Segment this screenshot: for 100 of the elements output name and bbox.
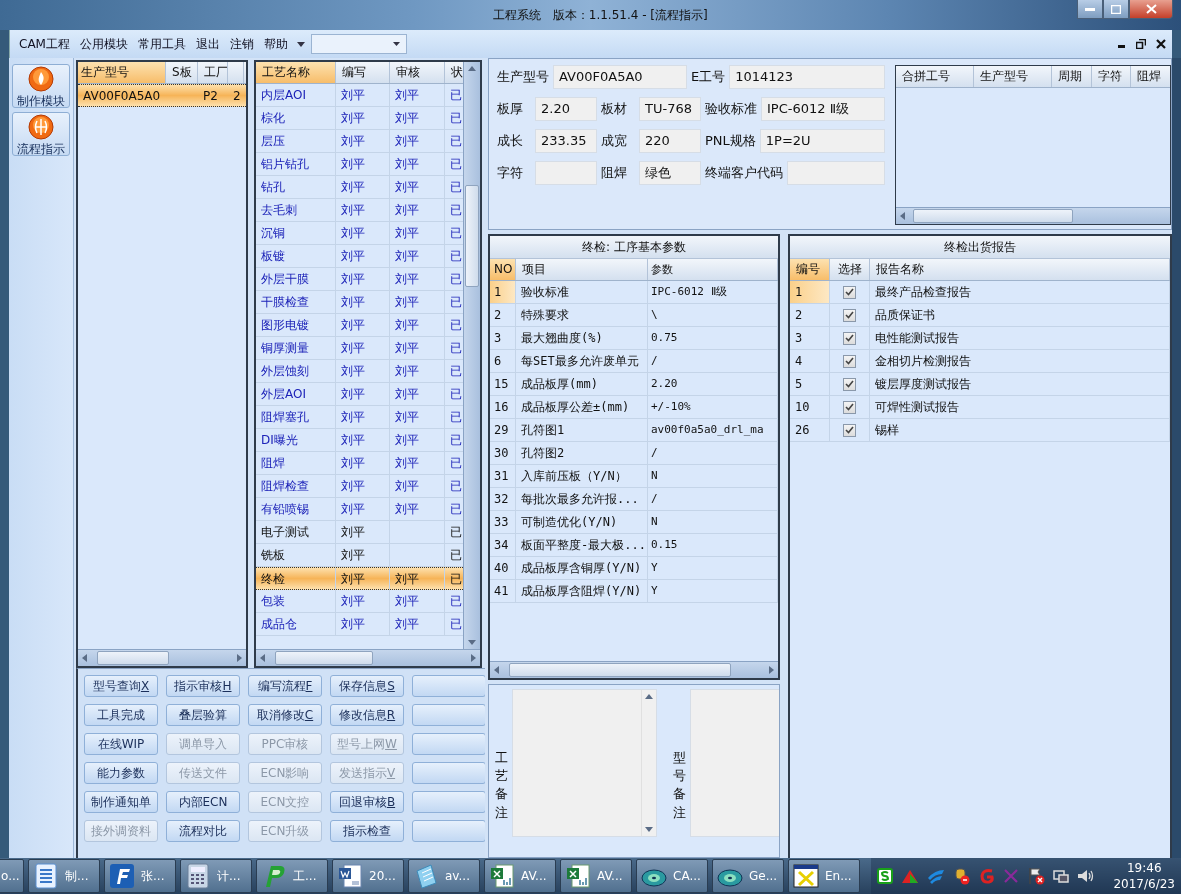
taskbar-button[interactable]: AV... [484,859,556,893]
action-button[interactable]: 内部ECN [166,791,240,813]
action-button[interactable] [412,704,485,726]
input-field[interactable]: 2.20 [535,97,597,121]
taskbar-button[interactable]: av... [408,859,480,893]
action-button[interactable]: 取消修改C [248,704,322,726]
menu-item[interactable]: CAM工程 [14,33,75,55]
taskbar-button[interactable]: En... [788,859,860,893]
table-row[interactable]: 16 成品板厚公差±(mm) +/-10% [490,396,778,419]
taskbar-button[interactable]: 张... [104,859,176,893]
action-button[interactable]: 在线WIP [84,733,158,755]
table-row[interactable]: 33 可制造优化(Y/N) N [490,511,778,534]
column-header[interactable]: 工艺名称 [256,62,336,83]
table-row[interactable]: 15 成品板厚(mm) 2.20 [490,373,778,396]
input-field[interactable]: TU-768 [639,97,701,121]
maximize-button[interactable] [1103,0,1129,19]
action-button[interactable]: 能力参数 [84,762,158,784]
taskbar-button[interactable]: 20... [332,859,404,893]
table-row[interactable]: 终检 刘平 刘平 已 [256,567,463,590]
action-button[interactable]: 制作通知单 [84,791,158,813]
table-row[interactable]: 4 金相切片检测报告 [790,350,1170,373]
module-button[interactable]: 制作模块 [12,64,70,108]
taskbar-button[interactable]: 工... [256,859,328,893]
close-button[interactable] [1129,0,1173,19]
menu-item[interactable]: 注销 [224,33,259,55]
menu-item[interactable]: 公用模块 [74,33,133,55]
action-button[interactable]: 编写流程F [248,675,322,697]
column-header[interactable]: 周期 [1052,66,1092,87]
checkbox[interactable] [843,400,856,414]
column-header[interactable]: 字符 [1092,66,1131,87]
menu-item[interactable]: 退出 [190,33,225,55]
column-header[interactable]: 报告名称 [870,259,1170,280]
action-button[interactable]: 指示审核H [166,675,240,697]
table-row[interactable]: 34 板面平整度-最大极... 0.15 [490,534,778,557]
action-button[interactable] [412,820,485,842]
horizontal-scrollbar[interactable] [256,649,480,666]
action-button[interactable] [412,733,485,755]
combo-box[interactable] [310,34,407,54]
taskbar-button[interactable]: 制... [28,859,100,893]
input-field[interactable]: 1014123 [729,65,885,89]
action-button[interactable]: 指示检查 [330,820,404,842]
checkbox[interactable] [843,285,856,299]
column-header[interactable]: 参数 [648,259,778,280]
taskbar-button[interactable]: o... [0,859,24,893]
minimize-button[interactable] [1077,0,1103,19]
input-field[interactable]: 233.35 [535,129,597,153]
input-field[interactable]: IPC-6012 Ⅱ级 [761,97,885,121]
taskbar-button[interactable]: Ge... [712,859,784,893]
column-header[interactable]: 工厂 [198,62,228,83]
column-header[interactable]: 编写 [336,62,390,83]
column-header[interactable]: 生产型号 [78,62,166,83]
input-field[interactable]: 1P=2U [759,129,885,153]
column-header[interactable]: 阻焊 [1131,66,1170,87]
action-button[interactable]: 流程对比 [166,820,240,842]
action-button[interactable] [412,675,485,697]
table-row[interactable]: 2 品质保证书 [790,304,1170,327]
checkbox[interactable] [843,308,856,322]
column-header[interactable]: 合拼工号 [896,66,974,87]
table-row[interactable]: 26 锡样 [790,419,1170,442]
table-row[interactable]: 3 最大翘曲度(%) 0.75 [490,327,778,350]
table-row[interactable]: 41 成品板厚含阻焊(Y/N) Y [490,580,778,603]
table-row[interactable]: 2 特殊要求 \ [490,304,778,327]
table-row[interactable]: 31 入库前压板（Y/N） N [490,465,778,488]
close-icon[interactable] [1156,39,1166,49]
input-field[interactable]: 220 [639,129,701,153]
table-row[interactable]: 30 孔符图2 / [490,442,778,465]
column-header[interactable]: 审核 [390,62,445,83]
table-row[interactable]: 1 验收标准 IPC-6012 Ⅱ级 [490,281,778,304]
caret-icon[interactable] [296,41,305,47]
checkbox[interactable] [843,331,856,345]
horizontal-scrollbar[interactable] [78,649,246,666]
table-row[interactable]: 40 成品板厚含铜厚(Y/N) Y [490,557,778,580]
input-field[interactable]: 绿色 [639,161,701,185]
vertical-scrollbar[interactable] [463,62,480,649]
checkbox[interactable] [843,423,856,437]
column-header[interactable]: S板 [166,62,198,83]
taskbar-button[interactable]: AV... [560,859,632,893]
action-button[interactable] [412,791,485,813]
table-row[interactable]: 10 可焊性测试报告 [790,396,1170,419]
menu-item[interactable]: 常用工具 [132,33,191,55]
action-button[interactable]: 回退审核B [330,791,404,813]
taskbar-button[interactable]: CA... [636,859,708,893]
text-area[interactable] [512,689,657,837]
column-header[interactable]: 项目 [516,259,648,280]
action-button[interactable]: 型号查询X [84,675,158,697]
module-button[interactable]: 流程指示 [12,112,70,156]
input-field[interactable] [535,161,597,185]
action-button[interactable] [412,762,485,784]
table-row[interactable]: 5 镀层厚度测试报告 [790,373,1170,396]
taskbar-button[interactable]: 计... [180,859,252,893]
horizontal-scrollbar[interactable] [896,207,1170,224]
table-row[interactable]: 29 孔符图1 av00f0a5a0_drl_ma [490,419,778,442]
input-field[interactable]: AV00F0A5A0 [553,65,687,89]
restore-icon[interactable] [1136,39,1146,49]
action-button[interactable]: 修改信息R [330,704,404,726]
table-row[interactable]: 3 电性能测试报告 [790,327,1170,350]
column-header[interactable]: 生产型号 [974,66,1052,87]
column-header[interactable]: 选择 [830,259,870,280]
action-button[interactable]: 保存信息S [330,675,404,697]
horizontal-scrollbar[interactable] [490,661,778,678]
